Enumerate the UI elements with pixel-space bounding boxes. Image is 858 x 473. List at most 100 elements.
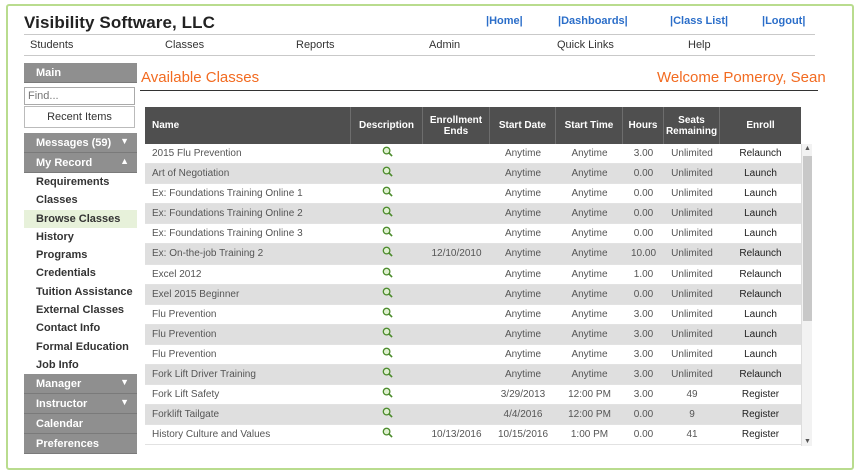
table-row: Fork Lift Safety 3/29/2013 12:00 PM 3.00 49 R…: [145, 385, 801, 406]
magnifier-icon[interactable]: [382, 406, 393, 418]
enroll-launch-link[interactable]: Launch: [744, 309, 777, 320]
sidebar-item-job-info[interactable]: Job Info: [24, 356, 137, 374]
magnifier-icon[interactable]: [382, 185, 393, 197]
enroll-relaunch-link[interactable]: Relaunch: [739, 148, 781, 159]
sidebar-item-classes[interactable]: Classes: [24, 191, 137, 209]
scrollbar-thumb[interactable]: [803, 156, 812, 321]
header-name[interactable]: Name: [145, 107, 351, 144]
sidebar-item-requirements[interactable]: Requirements: [24, 173, 137, 191]
enroll-launch-link[interactable]: Launch: [744, 228, 777, 239]
enroll-relaunch-link[interactable]: Relaunch: [739, 248, 781, 259]
enroll-launch-link[interactable]: Launch: [744, 208, 777, 219]
sidebar-item-browse-classes[interactable]: Browse Classes: [24, 209, 137, 228]
sidebar-preferences-header[interactable]: Preferences: [24, 434, 137, 455]
table-header: Name Description Enrollment Ends Start D…: [145, 107, 801, 144]
description-cell: [351, 144, 423, 164]
app-window: Visibility Software, LLC |Home| |Dashboa…: [6, 4, 854, 470]
sidebar-item-tuition-assistance[interactable]: Tuition Assistance: [24, 283, 137, 301]
home-link[interactable]: |Home|: [486, 15, 523, 27]
enroll-launch-link[interactable]: Launch: [744, 188, 777, 199]
hours-cell: 0.00: [633, 168, 654, 180]
start-date-cell: Anytime: [504, 288, 542, 300]
sidebar-item-formal-education[interactable]: Formal Education: [24, 338, 137, 356]
magnifier-icon[interactable]: [382, 225, 393, 238]
enroll-cell: Register: [720, 405, 801, 425]
enroll-cell: Relaunch: [720, 244, 801, 264]
find-input[interactable]: [24, 87, 135, 105]
enroll-cell: Register: [720, 425, 801, 445]
header-enroll[interactable]: Enroll: [720, 107, 801, 144]
recent-items-button[interactable]: Recent Items: [24, 106, 135, 128]
enroll-register-link[interactable]: Register: [742, 429, 779, 440]
sidebar-item-credentials[interactable]: Credentials: [24, 264, 137, 282]
sidebar-messages-header[interactable]: Messages (59) ▼: [24, 133, 137, 153]
magnifier-icon[interactable]: [382, 346, 393, 358]
enroll-relaunch-link[interactable]: Relaunch: [739, 289, 781, 300]
hours-cell: 0.00: [633, 409, 654, 421]
menu-admin[interactable]: Admin: [429, 39, 460, 51]
menu-classes[interactable]: Classes: [165, 39, 204, 51]
sidebar-item-contact-info[interactable]: Contact Info: [24, 319, 137, 337]
logout-link[interactable]: |Logout|: [762, 15, 805, 27]
magnifier-icon[interactable]: [382, 245, 393, 258]
magnifier-icon[interactable]: [382, 366, 393, 378]
header-start-time[interactable]: Start Time: [556, 107, 623, 144]
magnifier-icon[interactable]: [382, 426, 393, 438]
sidebar-calendar-header[interactable]: Calendar: [24, 414, 137, 435]
start-date-cell: Anytime: [504, 188, 542, 200]
enroll-register-link[interactable]: Register: [742, 389, 779, 400]
table-row: Ex: On-the-job Training 2 12/10/2010 Anyti…: [145, 244, 801, 265]
enroll-cell: Relaunch: [720, 144, 801, 164]
header-enrollment-ends[interactable]: Enrollment Ends: [423, 107, 490, 144]
start-time-cell: 12:00 PM: [568, 389, 611, 401]
enroll-cell: Launch: [720, 204, 801, 224]
table-scrollbar[interactable]: ▲ ▼: [801, 144, 812, 446]
hours-cell: 0.00: [633, 208, 654, 220]
header-start-date[interactable]: Start Date: [490, 107, 556, 144]
scroll-up-icon[interactable]: ▲: [802, 145, 812, 152]
sidebar-item-external-classes[interactable]: External Classes: [24, 301, 137, 319]
sidebar-my-record-header[interactable]: My Record ▲: [24, 153, 137, 173]
magnifier-icon[interactable]: [382, 326, 393, 338]
hours-cell: 3.00: [633, 348, 654, 360]
hours-cell: 0.00: [633, 288, 654, 300]
enroll-launch-link[interactable]: Launch: [744, 329, 777, 340]
magnifier-icon[interactable]: [382, 306, 393, 318]
sidebar-item-history[interactable]: History: [24, 228, 137, 246]
my-record-list: Requirements Classes Browse Classes History…: [24, 173, 137, 374]
magnifier-icon[interactable]: [382, 266, 393, 278]
menu-reports[interactable]: Reports: [296, 39, 335, 51]
sidebar-instructor-header[interactable]: Instructor ▼: [24, 394, 137, 415]
start-time-cell: Anytime: [571, 348, 608, 360]
magnifier-icon[interactable]: [382, 205, 393, 217]
class-list-link[interactable]: |Class List|: [670, 15, 728, 27]
header-seats-remaining[interactable]: Seats Remaining: [664, 107, 720, 144]
description-cell: [351, 365, 423, 385]
description-cell: [351, 345, 423, 365]
sidebar-item-programs[interactable]: Programs: [24, 246, 137, 264]
menu-help[interactable]: Help: [688, 39, 711, 51]
menu-students[interactable]: Students: [30, 39, 73, 51]
seats-cell: 49: [686, 389, 698, 401]
sidebar-main-header[interactable]: Main: [24, 63, 137, 83]
header-hours[interactable]: Hours: [623, 107, 664, 144]
sidebar-manager-header[interactable]: Manager ▼: [24, 374, 137, 395]
magnifier-icon[interactable]: [382, 145, 393, 157]
enroll-register-link[interactable]: Register: [742, 409, 779, 420]
menu-quick-links[interactable]: Quick Links: [557, 39, 614, 51]
enroll-launch-link[interactable]: Launch: [744, 349, 777, 360]
enroll-relaunch-link[interactable]: Relaunch: [739, 269, 781, 280]
enroll-launch-link[interactable]: Launch: [744, 168, 777, 179]
enroll-relaunch-link[interactable]: Relaunch: [739, 369, 781, 380]
magnifier-icon[interactable]: [382, 286, 393, 298]
ends-cell: [423, 265, 490, 285]
table-row: Ex: Foundations Training Online 3 Anytime…: [145, 224, 801, 245]
magnifier-icon[interactable]: [382, 386, 393, 398]
header-description[interactable]: Description: [351, 107, 423, 144]
description-cell: [351, 385, 423, 405]
start-time-cell: Anytime: [571, 288, 608, 300]
scroll-down-icon[interactable]: ▼: [802, 438, 812, 445]
magnifier-icon[interactable]: [382, 165, 393, 177]
dashboards-link[interactable]: |Dashboards|: [558, 15, 628, 27]
start-time-cell: Anytime: [571, 328, 608, 340]
